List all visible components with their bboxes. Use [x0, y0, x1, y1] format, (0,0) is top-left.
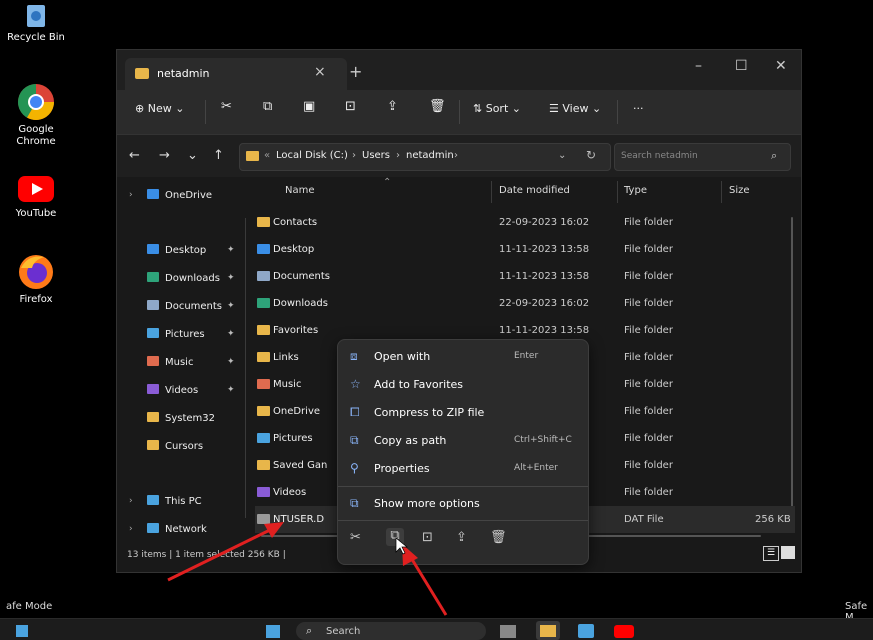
taskbar: ⌕ Search — [0, 618, 873, 640]
search-icon: ⌕ — [306, 624, 313, 637]
taskbar-search[interactable]: ⌕ Search — [296, 622, 486, 640]
task-view-icon[interactable] — [500, 625, 516, 638]
windows-logo-icon[interactable] — [266, 625, 280, 638]
store-icon[interactable] — [578, 624, 594, 638]
taskbar-search-label: Search — [326, 626, 361, 637]
annotation-arrows — [167, 522, 448, 616]
annotation-arrow-right — [402, 544, 448, 616]
annotation-arrow-left — [167, 522, 284, 582]
youtube-icon[interactable] — [614, 625, 634, 638]
file-explorer-taskbar-button[interactable] — [536, 621, 560, 640]
folder-icon — [540, 625, 556, 637]
start-icon[interactable] — [16, 625, 28, 637]
